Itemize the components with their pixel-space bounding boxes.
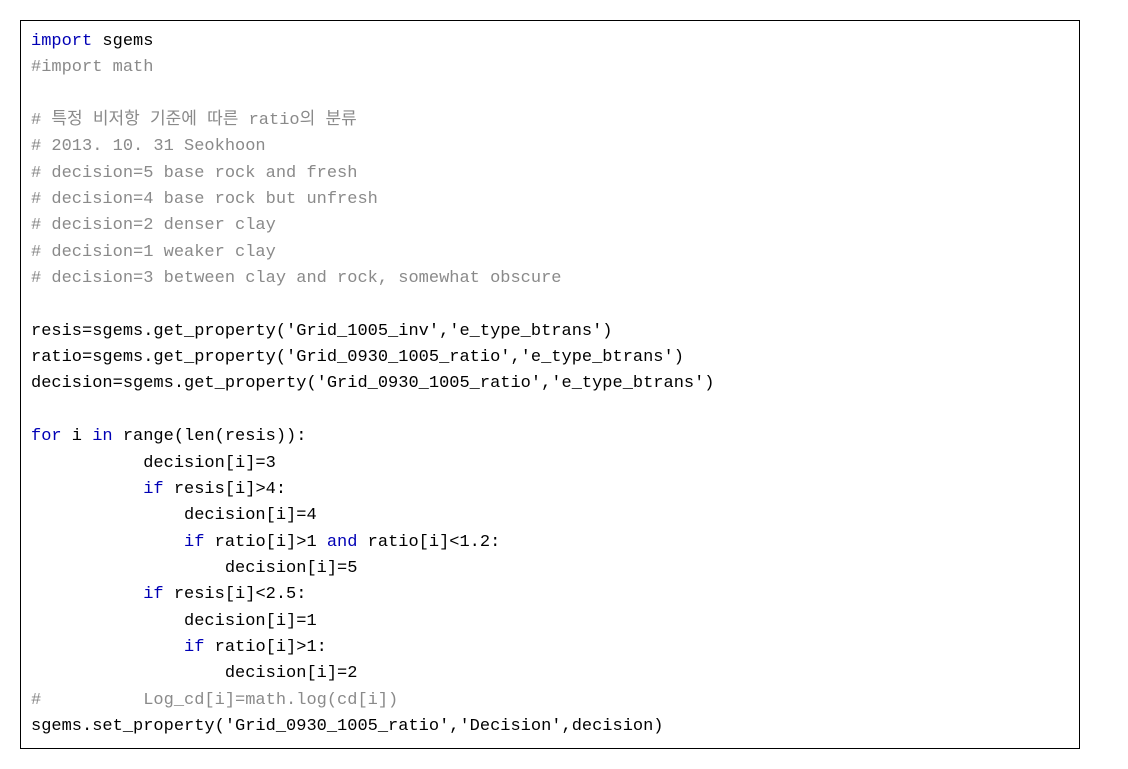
comment-line: #import math: [31, 58, 153, 77]
comment-line: # decision=1 weaker clay: [31, 243, 276, 262]
code-line: decision[i]=3: [31, 454, 276, 473]
indent: [31, 585, 143, 604]
comment-line: # 특정 비저항 기준에 따른 ratio의 분류: [31, 111, 357, 130]
keyword-if: if: [184, 533, 204, 552]
code-line: decision=sgems.get_property('Grid_0930_1…: [31, 374, 715, 393]
indent: [31, 638, 184, 657]
code-line: sgems.set_property('Grid_0930_1005_ratio…: [31, 717, 664, 736]
code-text: ratio[i]>1: [204, 533, 326, 552]
keyword-in: in: [92, 427, 112, 446]
comment-line: # decision=3 between clay and rock, some…: [31, 269, 562, 288]
code-line: decision[i]=4: [31, 506, 317, 525]
code-line: decision[i]=2: [31, 664, 357, 683]
code-text: sgems: [92, 32, 153, 51]
code-line: resis=sgems.get_property('Grid_1005_inv'…: [31, 322, 613, 341]
keyword-if: if: [184, 638, 204, 657]
code-text: resis[i]>4:: [164, 480, 286, 499]
code-text: ratio[i]>1:: [204, 638, 326, 657]
code-line: decision[i]=1: [31, 612, 317, 631]
keyword-if: if: [143, 480, 163, 499]
comment-line: # 2013. 10. 31 Seokhoon: [31, 137, 266, 156]
code-text: resis[i]<2.5:: [164, 585, 307, 604]
code-line: ratio=sgems.get_property('Grid_0930_1005…: [31, 348, 684, 367]
indent: [31, 480, 143, 499]
comment-line: # decision=5 base rock and fresh: [31, 164, 357, 183]
keyword-if: if: [143, 585, 163, 604]
comment-line: # decision=2 denser clay: [31, 216, 276, 235]
code-text: i: [62, 427, 93, 446]
code-line: decision[i]=5: [31, 559, 357, 578]
indent: [31, 533, 184, 552]
comment-line: # Log_cd[i]=math.log(cd[i]): [31, 691, 398, 710]
keyword-import: import: [31, 32, 92, 51]
keyword-for: for: [31, 427, 62, 446]
comment-line: # decision=4 base rock but unfresh: [31, 190, 378, 209]
code-text: ratio[i]<1.2:: [357, 533, 500, 552]
code-text: range(len(resis)):: [113, 427, 307, 446]
keyword-and: and: [327, 533, 358, 552]
code-block: import sgems #import math # 특정 비저항 기준에 따…: [20, 20, 1080, 749]
